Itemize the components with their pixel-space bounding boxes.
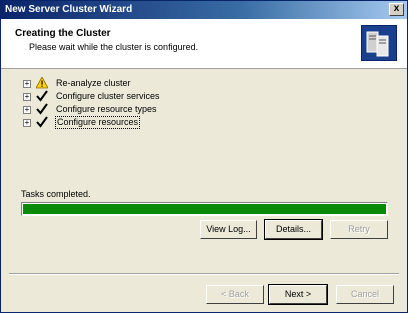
close-button[interactable]: x <box>389 3 404 16</box>
cluster-icon <box>361 25 397 61</box>
checkmark-icon <box>36 103 48 115</box>
next-button[interactable]: Next > <box>268 284 328 305</box>
title-bar: New Server Cluster Wizard x <box>1 1 407 19</box>
expand-icon[interactable]: + <box>23 119 31 127</box>
progress-fill <box>23 204 386 214</box>
checkmark-icon <box>36 116 48 128</box>
task-label: Configure resource types <box>56 104 157 114</box>
cancel-button[interactable]: Cancel <box>336 285 394 304</box>
page-subtitle: Please wait while the cluster is configu… <box>29 42 199 52</box>
expand-icon[interactable]: + <box>23 93 31 101</box>
progress-bar <box>21 202 388 216</box>
task-label-selected: Configure resources <box>55 116 141 129</box>
back-button[interactable]: < Back <box>206 285 264 304</box>
view-log-button[interactable]: View Log... <box>200 220 257 239</box>
page-title: Creating the Cluster <box>15 28 111 39</box>
expand-icon[interactable]: + <box>23 80 31 88</box>
task-label: Re-analyze cluster <box>56 78 131 88</box>
expand-icon[interactable]: + <box>23 106 31 114</box>
checkmark-icon <box>36 90 48 102</box>
warning-icon <box>36 77 48 89</box>
divider <box>9 273 399 275</box>
window-title: New Server Cluster Wizard <box>5 4 133 15</box>
wizard-window: New Server Cluster Wizard x Creating the… <box>0 0 408 313</box>
task-label: Configure cluster services <box>56 91 160 101</box>
wizard-header: Creating the Cluster Please wait while t… <box>1 19 407 69</box>
retry-button[interactable]: Retry <box>330 220 388 239</box>
details-button[interactable]: Details... <box>264 219 323 240</box>
status-text: Tasks completed. <box>21 189 91 199</box>
